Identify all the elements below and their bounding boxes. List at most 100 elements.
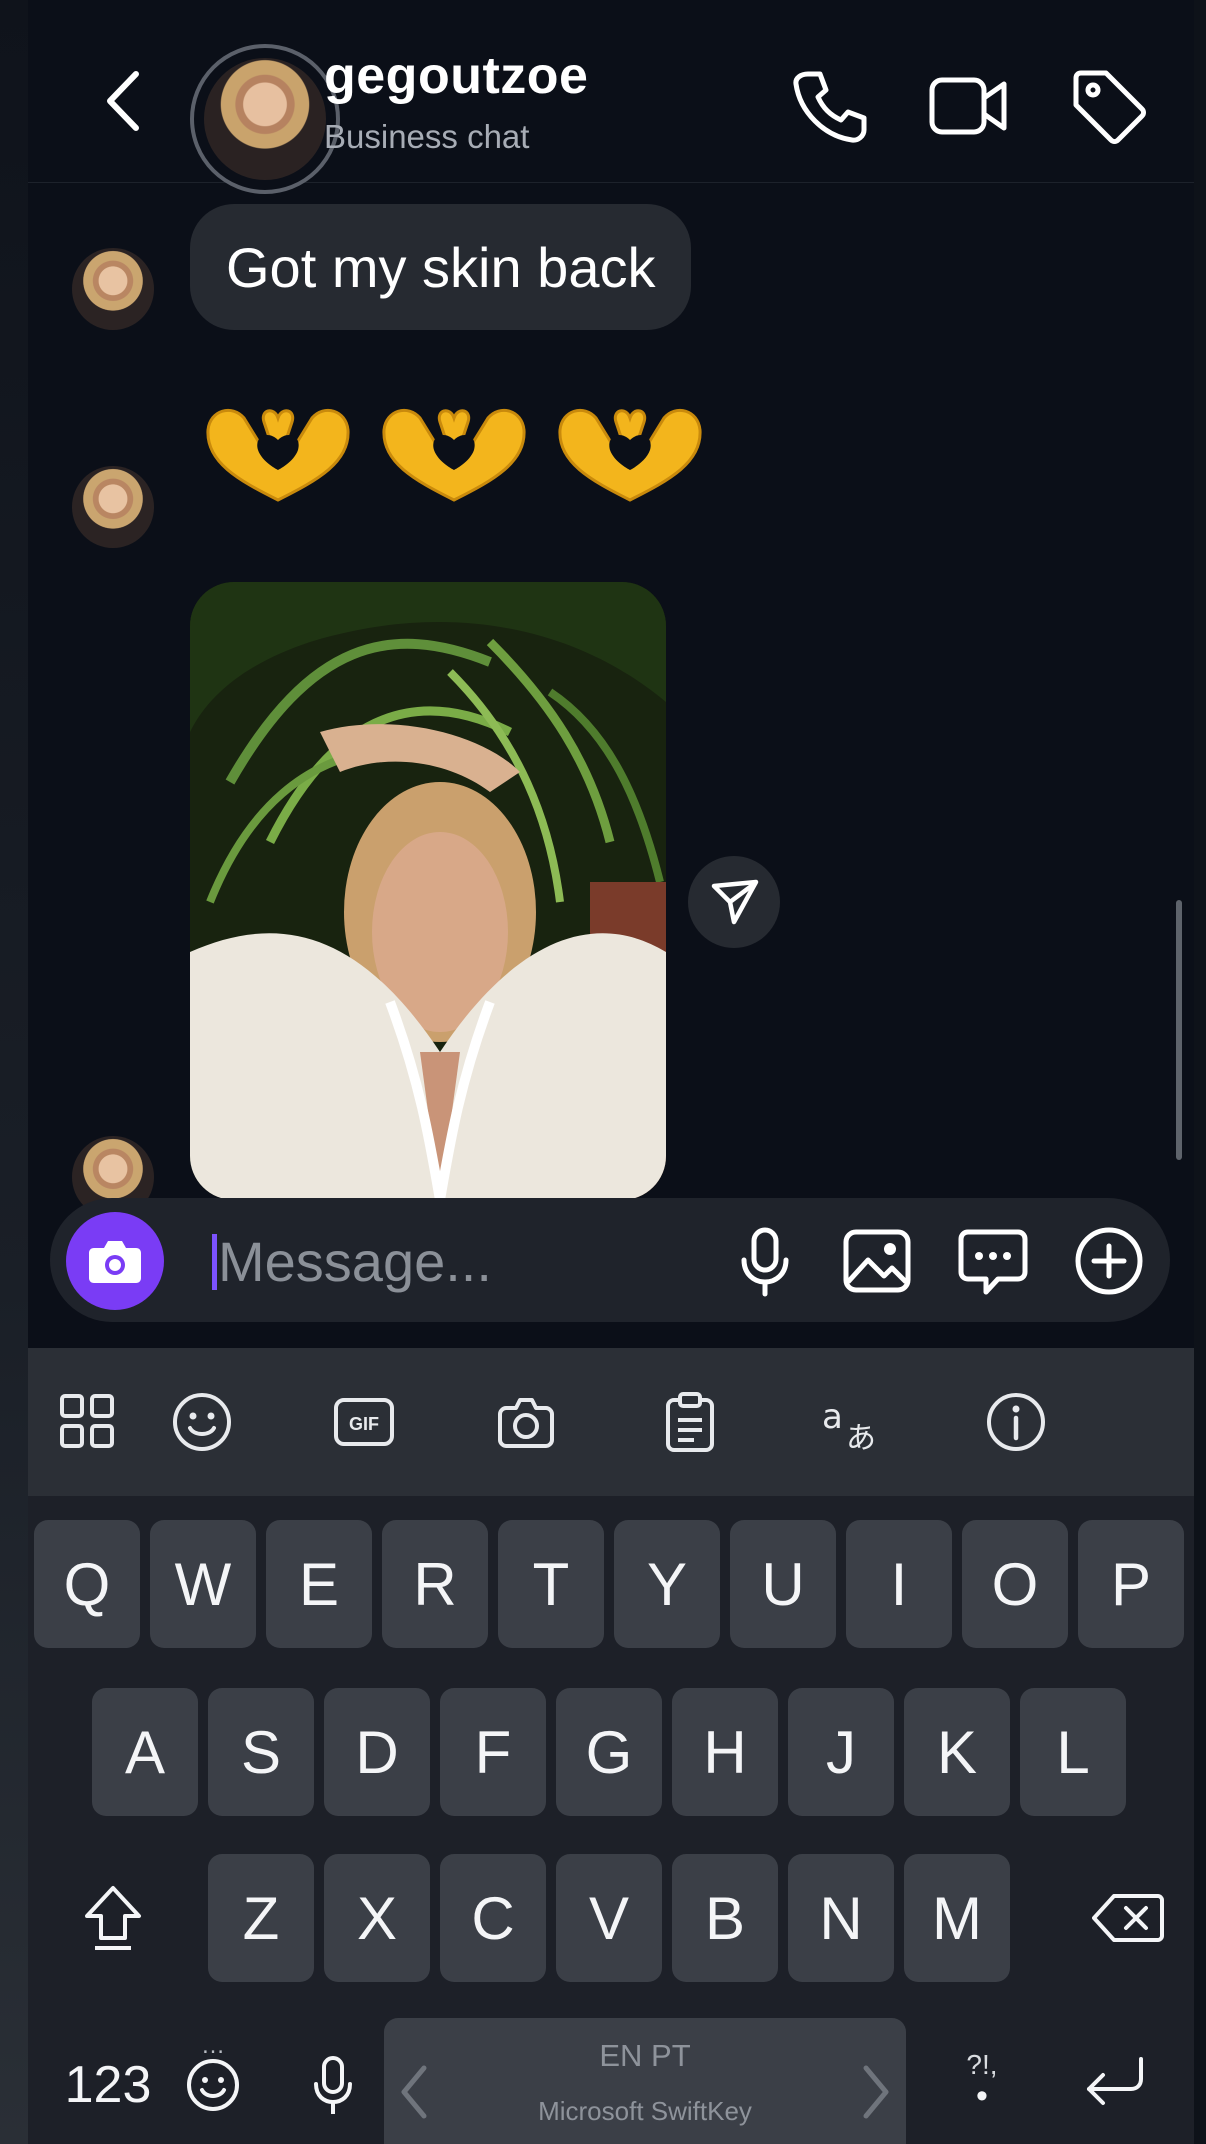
key-f[interactable]: F bbox=[440, 1688, 546, 1816]
image-icon bbox=[843, 1229, 911, 1293]
key-w[interactable]: W bbox=[150, 1520, 256, 1648]
backspace-key[interactable] bbox=[1078, 1854, 1178, 1982]
chat-bubble-icon bbox=[958, 1229, 1028, 1295]
key-b[interactable]: B bbox=[672, 1854, 778, 1982]
key-l[interactable]: L bbox=[1020, 1688, 1126, 1816]
keyboard-language-label: EN PT bbox=[599, 2038, 691, 2073]
contact-name[interactable]: gegoutzoe bbox=[324, 46, 588, 106]
clipboard-button[interactable] bbox=[658, 1390, 722, 1454]
video-call-button[interactable] bbox=[926, 64, 1010, 148]
label-button[interactable] bbox=[1066, 64, 1150, 148]
keyboard-camera-button[interactable] bbox=[494, 1390, 558, 1454]
camera-icon bbox=[89, 1241, 141, 1283]
key-a[interactable]: A bbox=[92, 1688, 198, 1816]
plus-circle-icon bbox=[1075, 1227, 1143, 1295]
sticker-button[interactable] bbox=[954, 1222, 1032, 1300]
gallery-button[interactable] bbox=[838, 1222, 916, 1300]
keyboard-brand-label: Microsoft SwiftKey bbox=[538, 2096, 752, 2126]
grid-icon bbox=[60, 1394, 114, 1448]
screen-edge-left bbox=[0, 0, 28, 2144]
chevron-right-icon bbox=[863, 2065, 889, 2119]
key-j[interactable]: J bbox=[788, 1688, 894, 1816]
contact-avatar[interactable] bbox=[190, 44, 340, 194]
clipboard-icon bbox=[666, 1392, 714, 1452]
chat-type-label: Business chat bbox=[324, 118, 530, 155]
emoji-message[interactable] bbox=[198, 400, 710, 512]
keyboard-toolbar: GIF a あ bbox=[28, 1348, 1194, 1496]
smiley-icon bbox=[187, 2059, 239, 2111]
photo-message[interactable] bbox=[190, 582, 666, 1200]
key-i[interactable]: I bbox=[846, 1520, 952, 1648]
svg-text:あ: あ bbox=[846, 1421, 876, 1454]
ellipsis-icon: … bbox=[201, 2032, 225, 2059]
svg-text:a: a bbox=[822, 1397, 843, 1437]
info-icon bbox=[987, 1393, 1045, 1451]
key-d[interactable]: D bbox=[324, 1688, 430, 1816]
key-z[interactable]: Z bbox=[208, 1854, 314, 1982]
voice-message-button[interactable] bbox=[726, 1222, 804, 1300]
gif-button[interactable]: GIF bbox=[332, 1390, 396, 1454]
screen-edge-right bbox=[1194, 0, 1206, 2144]
chevron-left-icon bbox=[107, 71, 139, 131]
key-k[interactable]: K bbox=[904, 1688, 1010, 1816]
back-button[interactable] bbox=[98, 68, 154, 134]
key-u[interactable]: U bbox=[730, 1520, 836, 1648]
shift-arrow-icon bbox=[85, 1886, 141, 1950]
enter-key[interactable] bbox=[1064, 2036, 1164, 2126]
translate-button[interactable]: a あ bbox=[820, 1390, 884, 1454]
space-key[interactable]: EN PT Microsoft SwiftKey bbox=[384, 2018, 906, 2144]
tag-icon bbox=[1073, 70, 1146, 144]
sender-avatar[interactable] bbox=[72, 248, 154, 330]
period-label: • bbox=[976, 2077, 988, 2115]
key-r[interactable]: R bbox=[382, 1520, 488, 1648]
smiley-icon bbox=[173, 1393, 231, 1451]
message-input[interactable] bbox=[218, 1222, 718, 1300]
send-icon bbox=[711, 879, 759, 925]
apps-button[interactable] bbox=[56, 1390, 120, 1454]
chat-screen: gegoutzoe Business chat Got my skin back bbox=[28, 0, 1194, 2144]
key-s[interactable]: S bbox=[208, 1688, 314, 1816]
message-bubble[interactable]: Got my skin back bbox=[190, 204, 692, 330]
voice-call-button[interactable] bbox=[786, 64, 870, 148]
translate-icon: a あ bbox=[822, 1397, 876, 1454]
emoji-key[interactable]: … bbox=[172, 2020, 254, 2130]
share-button[interactable] bbox=[688, 856, 780, 948]
emoji-button[interactable] bbox=[170, 1390, 234, 1454]
return-arrow-icon bbox=[1087, 2057, 1143, 2105]
heart-hands-emoji-icon bbox=[558, 408, 702, 502]
key-m[interactable]: M bbox=[904, 1854, 1010, 1982]
numbers-key[interactable]: 123 bbox=[48, 2040, 168, 2130]
svg-text:GIF: GIF bbox=[349, 1414, 379, 1434]
backspace-icon bbox=[1092, 1894, 1164, 1942]
key-o[interactable]: O bbox=[962, 1520, 1068, 1648]
dictation-key[interactable] bbox=[290, 2042, 376, 2132]
info-button[interactable] bbox=[984, 1390, 1048, 1454]
camera-button[interactable] bbox=[66, 1212, 164, 1310]
key-q[interactable]: Q bbox=[34, 1520, 140, 1648]
key-c[interactable]: C bbox=[440, 1854, 546, 1982]
key-t[interactable]: T bbox=[498, 1520, 604, 1648]
heart-hands-emoji-icon bbox=[206, 408, 350, 502]
shift-key[interactable] bbox=[68, 1854, 158, 1982]
microphone-icon bbox=[741, 1227, 789, 1297]
microphone-icon bbox=[314, 2056, 352, 2114]
photo-image bbox=[190, 582, 666, 1200]
key-n[interactable]: N bbox=[788, 1854, 894, 1982]
more-options-button[interactable] bbox=[1070, 1222, 1148, 1300]
key-h[interactable]: H bbox=[672, 1688, 778, 1816]
video-camera-icon bbox=[929, 77, 1007, 135]
key-p[interactable]: P bbox=[1078, 1520, 1184, 1648]
key-g[interactable]: G bbox=[556, 1688, 662, 1816]
camera-icon bbox=[498, 1398, 554, 1448]
key-v[interactable]: V bbox=[556, 1854, 662, 1982]
punctuation-key[interactable]: ?!, • bbox=[934, 2030, 1030, 2130]
key-x[interactable]: X bbox=[324, 1854, 430, 1982]
gif-icon: GIF bbox=[334, 1398, 394, 1446]
text-cursor bbox=[212, 1234, 217, 1290]
key-y[interactable]: Y bbox=[614, 1520, 720, 1648]
scrollbar[interactable] bbox=[1176, 900, 1182, 1160]
sender-avatar[interactable] bbox=[72, 466, 154, 548]
message-composer bbox=[50, 1198, 1170, 1322]
key-e[interactable]: E bbox=[266, 1520, 372, 1648]
phone-icon bbox=[793, 71, 867, 143]
